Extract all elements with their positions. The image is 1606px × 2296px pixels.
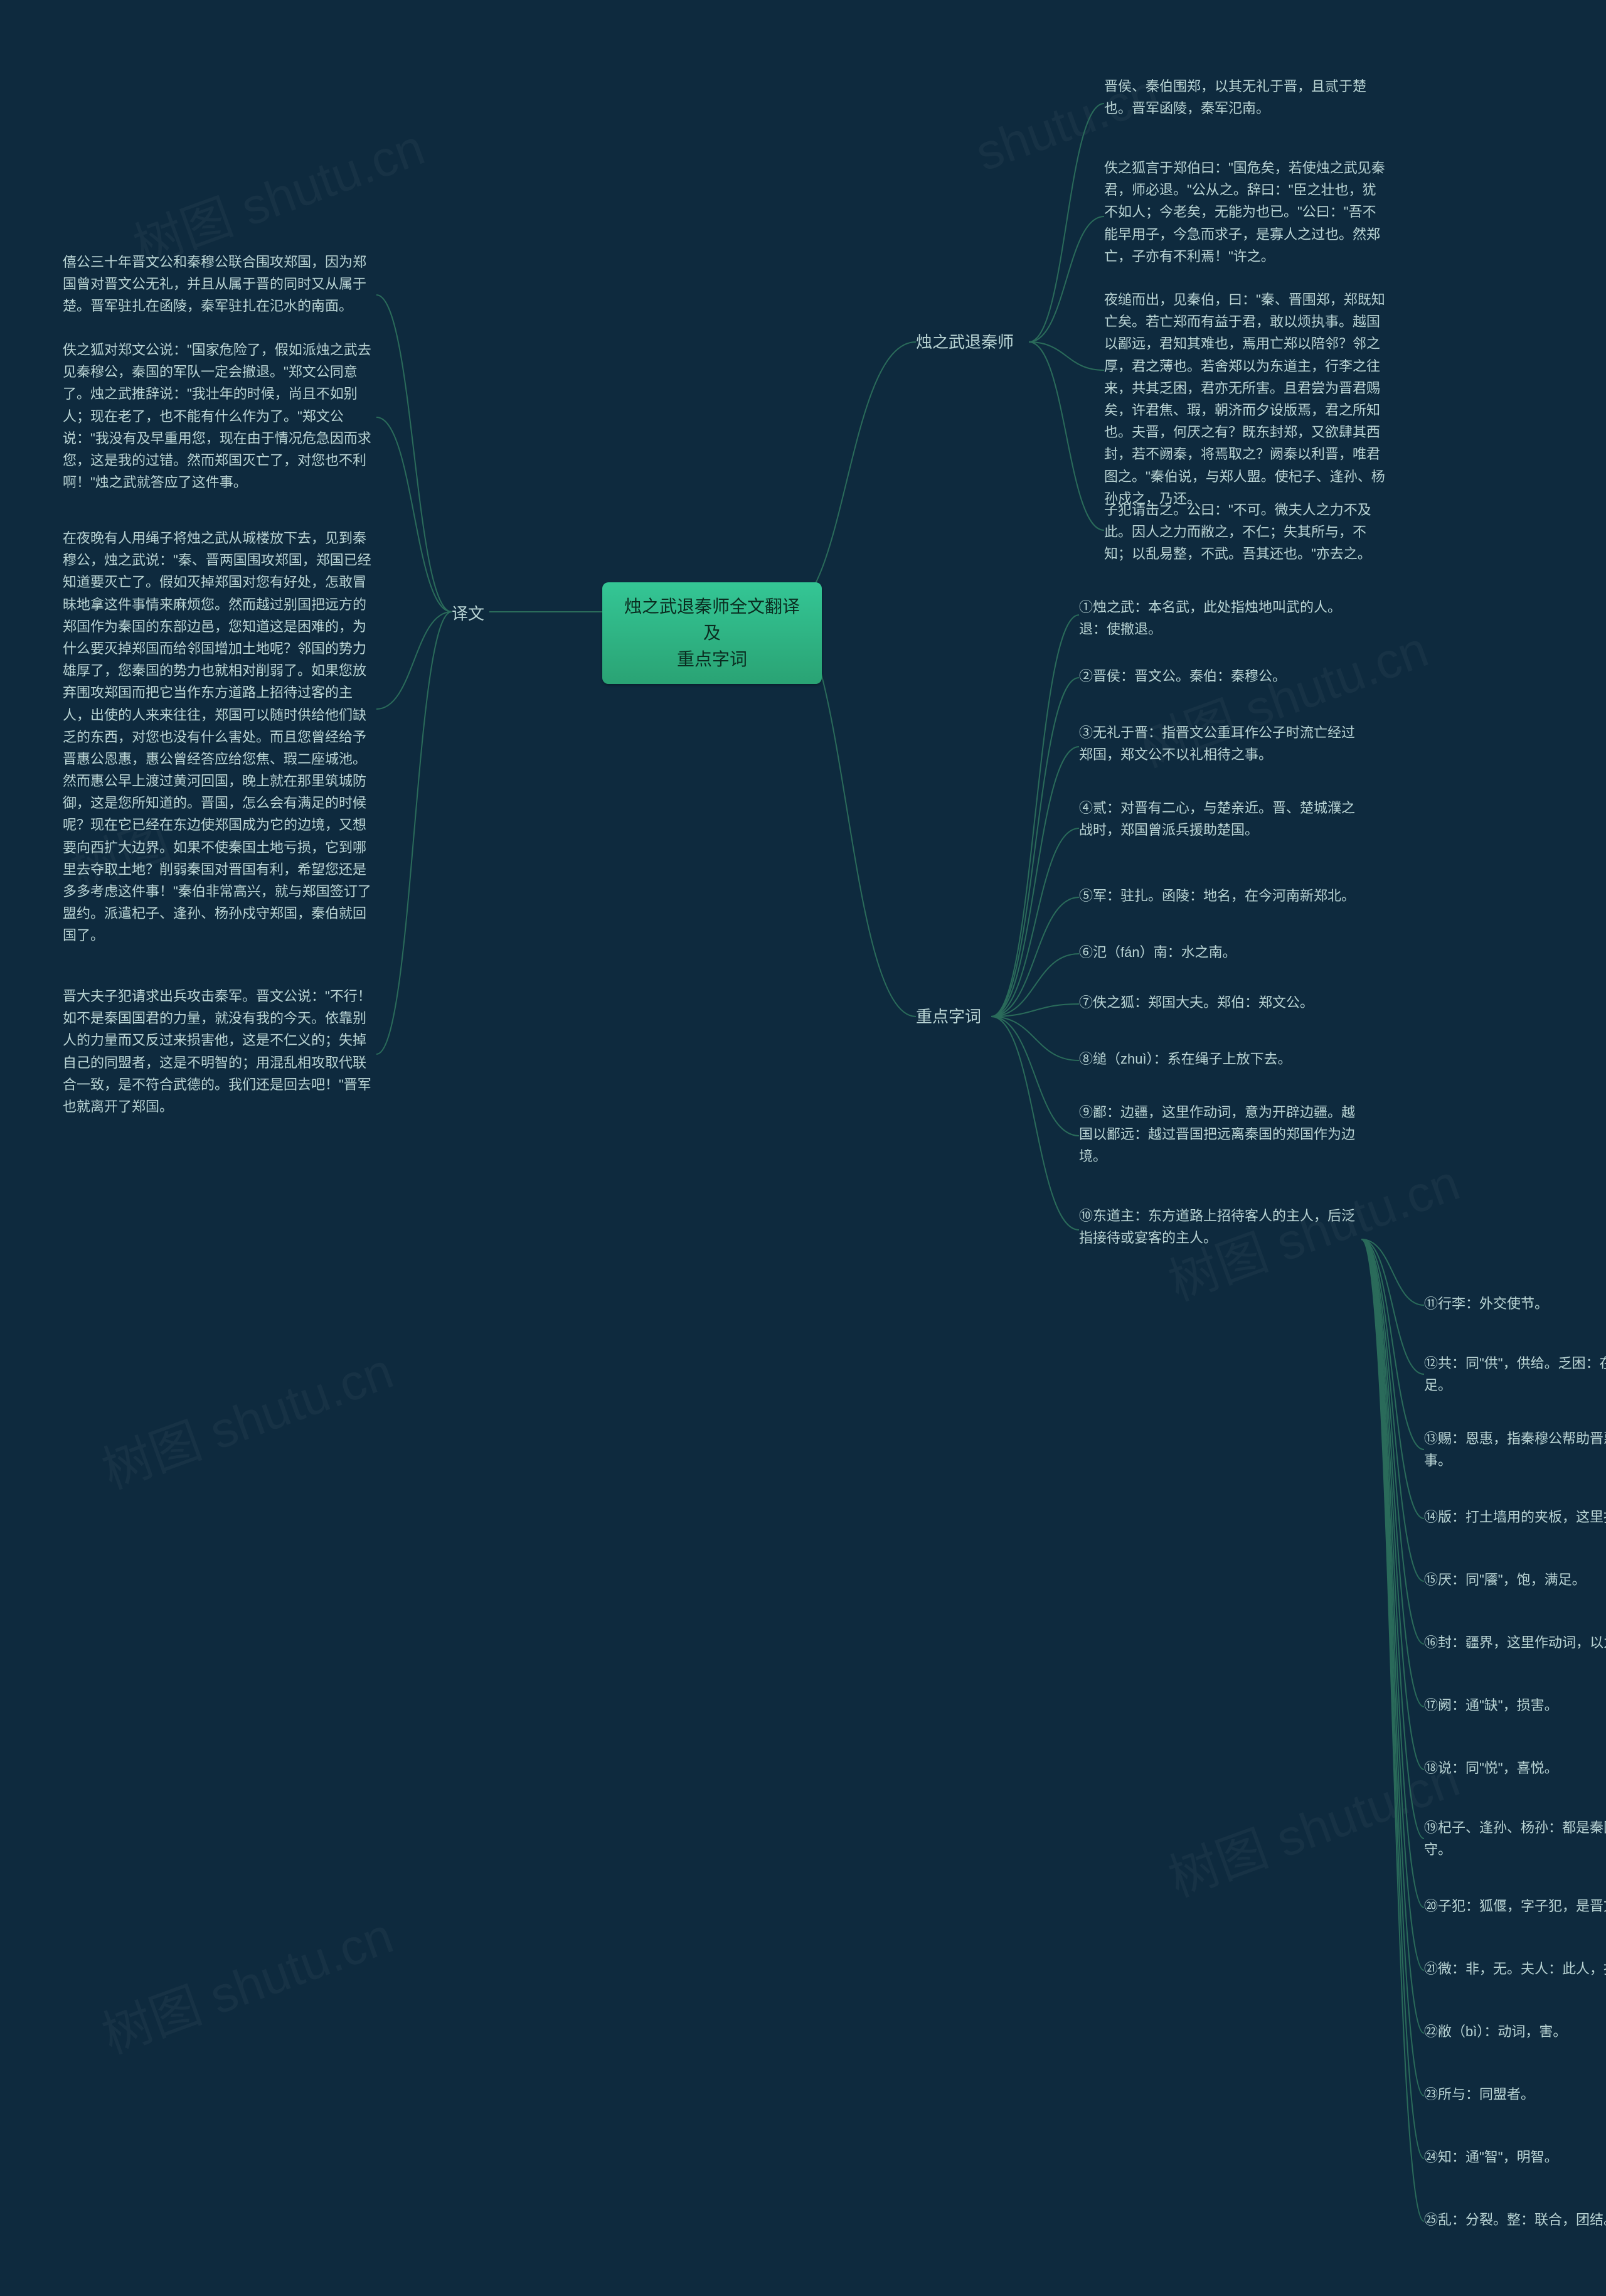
keyword-19[interactable]: ⑲杞子、逢孙、杨孙：都是秦国大夫。戍：防守。 (1424, 1817, 1606, 1861)
watermark: 树图 shutu.cn (1157, 1739, 1468, 1911)
keyword-4[interactable]: ④贰：对晋有二心，与楚亲近。晋、楚城濮之战时，郑国曾派兵援助楚国。 (1079, 797, 1361, 841)
keyword-13[interactable]: ⑬赐：恩惠，指秦穆公帮助晋惠公回国继位之事。 (1424, 1428, 1606, 1471)
keyword-25[interactable]: ㉕乱：分裂。整：联合，团结。 (1424, 2209, 1606, 2231)
translation-p1[interactable]: 僖公三十年晋文公和秦穆公联合围攻郑国，因为郑国曾对晋文公无礼，并且从属于晋的同时… (63, 251, 376, 318)
keyword-17[interactable]: ⑰阙：通"缺"，损害。 (1424, 1694, 1606, 1716)
translation-p4[interactable]: 晋大夫子犯请求出兵攻击秦军。晋文公说："不行！如不是秦国国君的力量，就没有我的今… (63, 985, 376, 1118)
root-title-line1: 烛之武退秦师全文翻译及 (624, 597, 800, 643)
keyword-18[interactable]: ⑱说：同"悦"，喜悦。 (1424, 1757, 1606, 1779)
keyword-23[interactable]: ㉓所与：同盟者。 (1424, 2083, 1606, 2105)
keyword-12[interactable]: ⑫共：同"供"，供给。乏困：在食宿方面的不足。 (1424, 1352, 1606, 1396)
watermark: 树图 shutu.cn (91, 1331, 402, 1503)
root-title-line2: 重点字词 (677, 649, 747, 669)
original-p2[interactable]: 佚之狐言于郑伯曰："国危矣，若使烛之武见秦君，师必退。"公从之。辞曰："臣之壮也… (1104, 157, 1386, 267)
keyword-7[interactable]: ⑦佚之狐：郑国大夫。郑伯：郑文公。 (1079, 991, 1361, 1013)
keyword-14[interactable]: ⑭版：打土墙用的夹板，这里指防御工事。 (1424, 1506, 1606, 1528)
mindmap-canvas: 树图 shutu.cn shutu.cn 树图 shutu.cn 树图 树图 s… (0, 0, 1606, 2296)
keyword-6[interactable]: ⑥氾（fán）南：水之南。 (1079, 941, 1361, 963)
translation-p3[interactable]: 在夜晚有人用绳子将烛之武从城楼放下去，见到秦穆公，烛之武说："秦、晋两国围攻郑国… (63, 527, 376, 947)
keyword-22[interactable]: ㉒敝（bì）：动词，害。 (1424, 2021, 1606, 2042)
branch-keywords[interactable]: 重点字词 (916, 1004, 981, 1027)
keyword-1[interactable]: ①烛之武：本名武，此处指烛地叫武的人。退：使撤退。 (1079, 596, 1361, 640)
keyword-9[interactable]: ⑨鄙：边疆，这里作动词，意为开辟边疆。越国以鄙远：越过晋国把远离秦国的郑国作为边… (1079, 1101, 1361, 1168)
translation-p2[interactable]: 佚之狐对郑文公说："国家危险了，假如派烛之武去见秦穆公，秦国的军队一定会撤退。"… (63, 339, 376, 493)
keyword-2[interactable]: ②晋侯：晋文公。秦伯：秦穆公。 (1079, 665, 1361, 687)
keyword-5[interactable]: ⑤军：驻扎。函陵：地名，在今河南新郑北。 (1079, 885, 1361, 907)
original-p4[interactable]: 子犯请击之。公曰："不可。微夫人之力不及此。因人之力而敝之，不仁；失其所与，不知… (1104, 499, 1386, 565)
keyword-8[interactable]: ⑧缒（zhuì）：系在绳子上放下去。 (1079, 1048, 1361, 1070)
branch-original[interactable]: 烛之武退秦师 (916, 329, 1014, 353)
keyword-10[interactable]: ⑩东道主：东方道路上招待客人的主人，后泛指接待或宴客的主人。 (1079, 1205, 1361, 1249)
watermark: 树图 shutu.cn (91, 1896, 402, 2068)
branch-translation[interactable]: 译文 (452, 601, 484, 624)
keyword-11[interactable]: ⑪行李：外交使节。 (1424, 1293, 1606, 1315)
keyword-24[interactable]: ㉔知：通"智"，明智。 (1424, 2146, 1606, 2168)
keyword-16[interactable]: ⑯封：疆界，这里作动词，以为疆界。 (1424, 1631, 1606, 1653)
keyword-15[interactable]: ⑮厌：同"餍"，饱，满足。 (1424, 1569, 1606, 1591)
keyword-20[interactable]: ⑳子犯：狐偃，字子犯，是晋文公的舅父。 (1424, 1895, 1606, 1917)
root-node[interactable]: 烛之武退秦师全文翻译及 重点字词 (602, 582, 822, 684)
keyword-21[interactable]: ㉑微：非，无。夫人：此人，指秦穆公。 (1424, 1958, 1606, 1980)
original-p1[interactable]: 晋侯、秦伯围郑，以其无礼于晋，且贰于楚也。晋军函陵，秦军氾南。 (1104, 75, 1386, 119)
keyword-3[interactable]: ③无礼于晋：指晋文公重耳作公子时流亡经过郑国，郑文公不以礼相待之事。 (1079, 722, 1361, 766)
original-p3[interactable]: 夜缒而出，见秦伯，曰："秦、晋围郑，郑既知亡矣。若亡郑而有益于君，敢以烦执事。越… (1104, 289, 1386, 510)
